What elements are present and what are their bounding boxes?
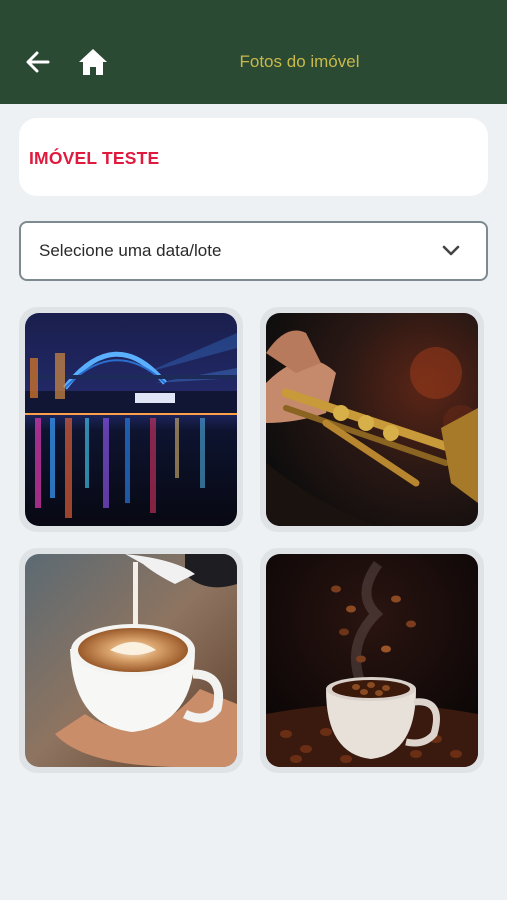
- photo-coffee-beans: [266, 554, 478, 767]
- photo-tile[interactable]: [19, 307, 243, 532]
- date-lot-select-label: Selecione uma data/lote: [39, 241, 222, 260]
- photo-tile[interactable]: [19, 548, 243, 773]
- photo-tile[interactable]: [260, 548, 484, 773]
- photo-grid: [19, 307, 488, 776]
- date-lot-select[interactable]: Selecione uma data/lote: [19, 221, 488, 281]
- property-name: IMÓVEL TESTE: [29, 148, 160, 168]
- property-card: IMÓVEL TESTE: [19, 118, 488, 196]
- page-title: Fotos do imóvel: [239, 52, 360, 71]
- photo-trumpet: [266, 313, 478, 526]
- photo-harbour-bridge: [25, 313, 237, 526]
- photo-latte-art: [25, 554, 237, 767]
- chevron-down-icon: [442, 245, 460, 256]
- app-header: Fotos do imóvel: [0, 0, 507, 104]
- photo-tile[interactable]: [260, 307, 484, 532]
